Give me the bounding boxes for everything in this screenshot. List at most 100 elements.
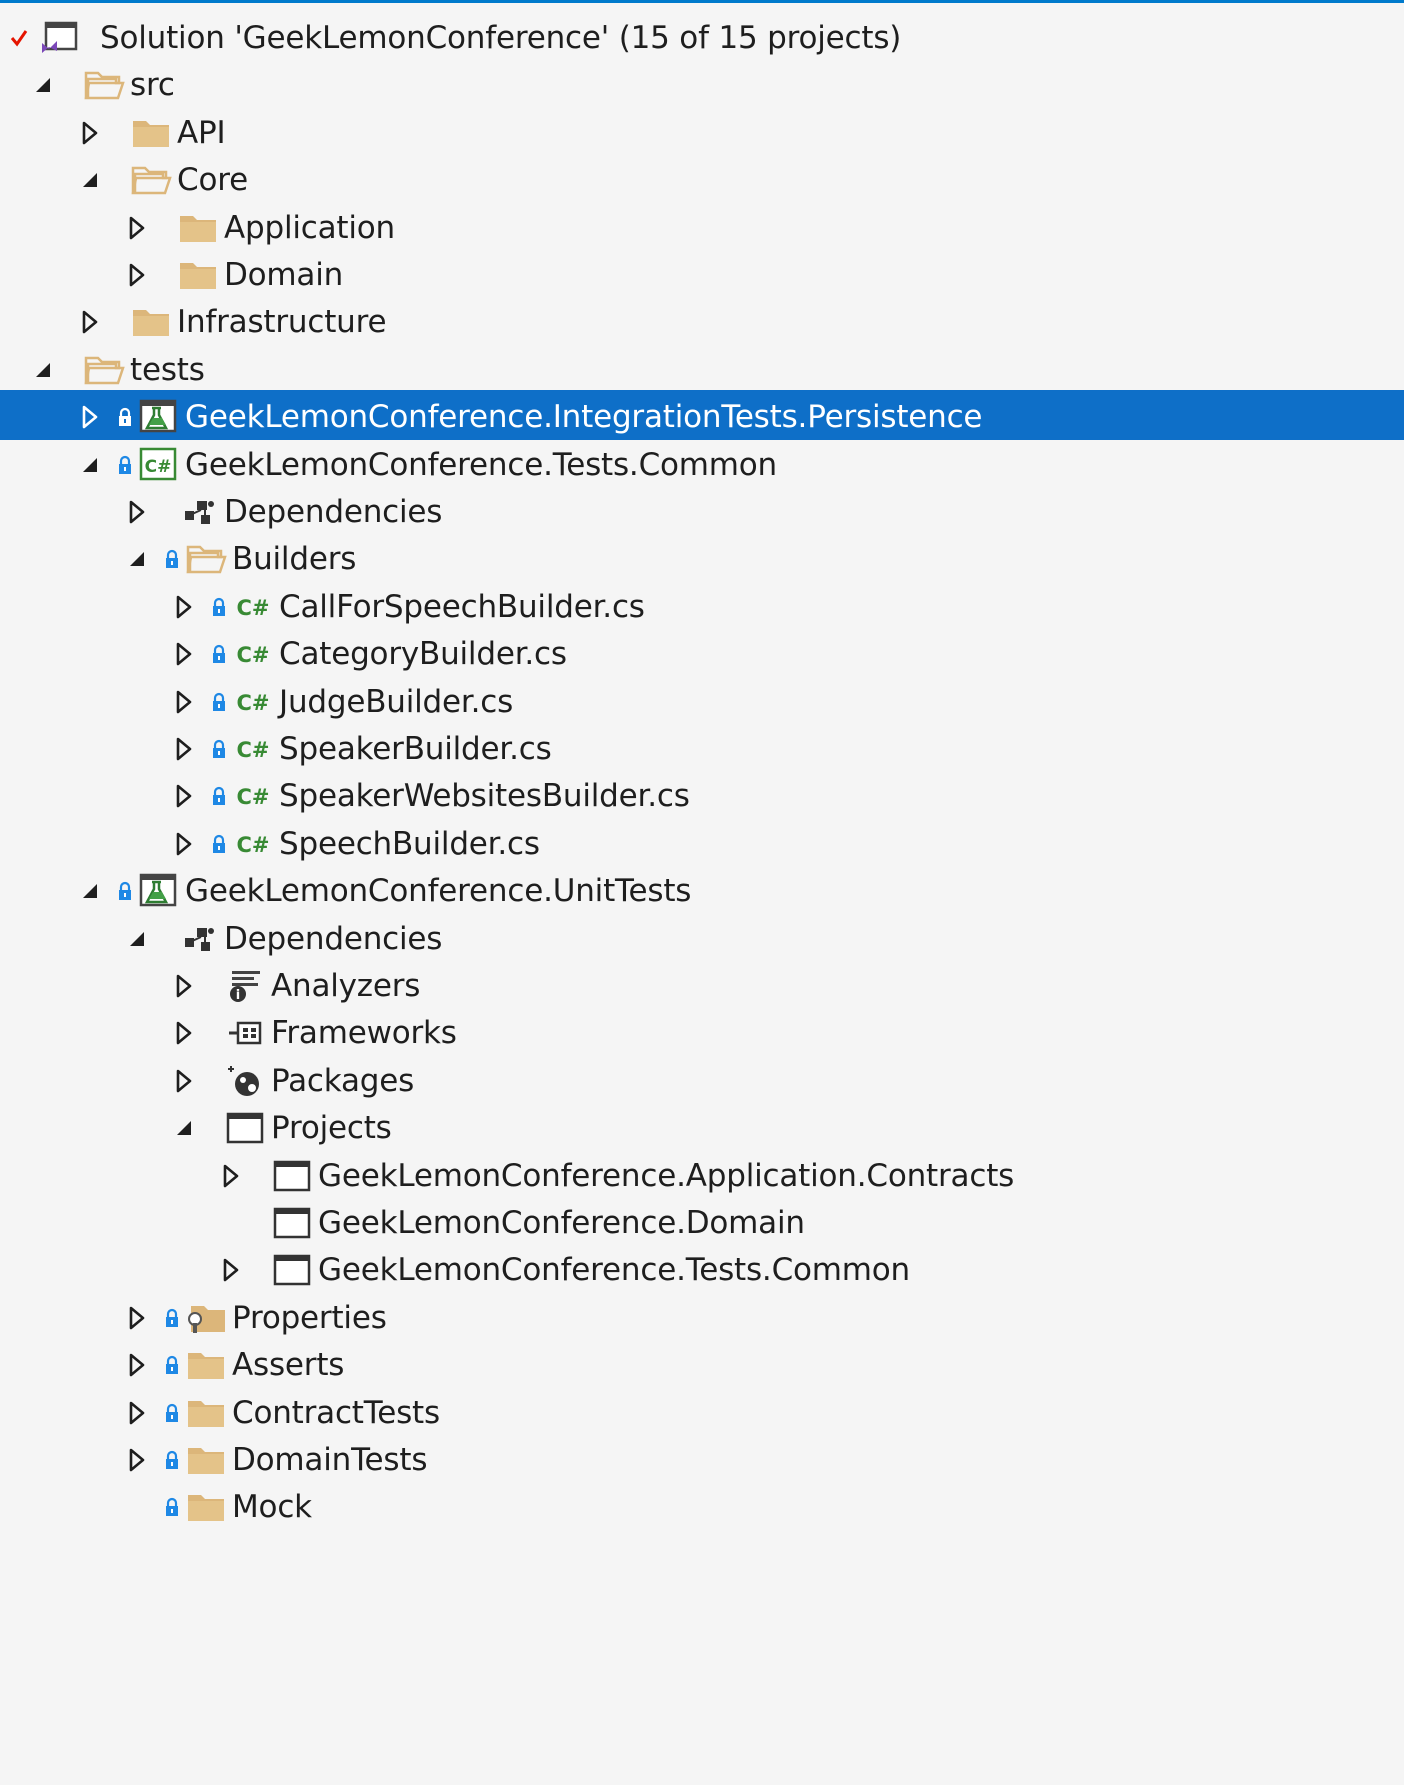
tree-row[interactable]: GeekLemonConference.Domain [0, 1196, 1404, 1250]
folder-open-icon [127, 153, 175, 207]
collapsed-arrow-icon[interactable] [171, 959, 197, 1013]
svg-text:i: i [236, 988, 240, 1003]
tree-row[interactable]: Asserts [0, 1338, 1404, 1392]
collapsed-arrow-icon[interactable] [124, 201, 150, 255]
tree-item-label: tests [130, 351, 205, 388]
check-icon [8, 11, 30, 65]
collapsed-arrow-icon[interactable] [124, 1338, 150, 1392]
folder-icon [174, 248, 222, 302]
collapsed-arrow-icon[interactable] [77, 390, 103, 444]
lock-icon [115, 864, 135, 918]
tree-row[interactable]: Infrastructure [0, 295, 1404, 349]
tree-item-label: SpeakerBuilder.cs [279, 731, 552, 767]
collapsed-arrow-icon[interactable] [171, 769, 197, 823]
expanded-arrow-icon[interactable] [124, 532, 150, 586]
tree-item-label: CategoryBuilder.cs [279, 636, 567, 673]
tree-row[interactable]: Projects [0, 1101, 1404, 1155]
tree-row[interactable]: Builders [0, 532, 1404, 586]
solution-explorer-tree[interactable]: Solution 'GeekLemonConference' (15 of 15… [0, 0, 1404, 1785]
folder-open-icon [80, 58, 128, 112]
expanded-arrow-icon[interactable] [171, 1101, 197, 1155]
tree-row[interactable]: GeekLemonConference.Tests.Common [0, 1243, 1404, 1297]
tree-row[interactable]: i Analyzers [0, 959, 1404, 1013]
tree-row[interactable]: GeekLemonConference.Application.Contract… [0, 1149, 1404, 1203]
tree-row[interactable]: Dependencies [0, 912, 1404, 966]
tree-row[interactable]: C# GeekLemonConference.Tests.Common [0, 438, 1404, 492]
tree-item-label: Projects [271, 1110, 392, 1147]
tree-row[interactable]: C# SpeakerWebsitesBuilder.cs [0, 769, 1404, 823]
collapsed-arrow-icon[interactable] [171, 1054, 197, 1108]
tree-row[interactable]: Mock [0, 1480, 1404, 1534]
svg-text:C#: C# [236, 596, 269, 620]
expanded-arrow-icon[interactable] [30, 58, 56, 112]
tree-row[interactable]: GeekLemonConference.IntegrationTests.Per… [0, 390, 1404, 441]
collapsed-arrow-icon[interactable] [171, 722, 197, 776]
collapsed-arrow-icon[interactable] [124, 1433, 150, 1487]
collapsed-arrow-icon[interactable] [171, 580, 197, 634]
tree-item-label: Solution 'GeekLemonConference' (15 of 15… [100, 20, 902, 56]
tree-row[interactable]: GeekLemonConference.UnitTests [0, 864, 1404, 918]
dependencies-icon [174, 912, 222, 966]
tree-item-label: SpeechBuilder.cs [279, 825, 540, 862]
collapsed-arrow-icon[interactable] [124, 248, 150, 302]
tree-item-label: CallForSpeechBuilder.cs [279, 588, 645, 625]
tree-row[interactable]: C# CallForSpeechBuilder.cs [0, 580, 1404, 634]
packages-icon [221, 1054, 269, 1108]
tree-item-label: Packages [271, 1062, 415, 1099]
folder-icon [127, 295, 175, 349]
svg-text:C#: C# [145, 457, 172, 477]
collapsed-arrow-icon[interactable] [171, 627, 197, 681]
lock-icon [162, 532, 182, 586]
tree-row[interactable]: ContractTests [0, 1386, 1404, 1440]
tree-item-label: Properties [232, 1299, 387, 1336]
tree-row[interactable]: Core [0, 153, 1404, 207]
tree-row[interactable]: Application [0, 201, 1404, 255]
expanded-arrow-icon[interactable] [30, 343, 56, 397]
tree-row[interactable]: Dependencies [0, 485, 1404, 539]
tree-row[interactable]: Domain [0, 248, 1404, 302]
tree-row[interactable]: src [0, 58, 1404, 112]
csharp-file-icon: C# [229, 580, 277, 634]
tree-row[interactable]: API [0, 106, 1404, 160]
tree-row[interactable]: C# CategoryBuilder.cs [0, 627, 1404, 681]
tree-row[interactable]: Properties [0, 1291, 1404, 1345]
expanded-arrow-icon[interactable] [77, 438, 103, 492]
tree-item-label: GeekLemonConference.Application.Contract… [318, 1157, 1015, 1194]
collapsed-arrow-icon[interactable] [124, 1386, 150, 1440]
svg-text:C#: C# [236, 643, 269, 667]
collapsed-arrow-icon[interactable] [77, 106, 103, 160]
tree-row[interactable]: C# JudgeBuilder.cs [0, 675, 1404, 729]
tree-item-label: Core [177, 162, 248, 199]
collapsed-arrow-icon[interactable] [171, 675, 197, 729]
tree-row[interactable]: C# SpeakerBuilder.cs [0, 722, 1404, 776]
tree-row[interactable]: Frameworks [0, 1006, 1404, 1060]
frameworks-icon [221, 1006, 269, 1060]
dependencies-icon [174, 485, 222, 539]
collapsed-arrow-icon[interactable] [124, 485, 150, 539]
collapsed-arrow-icon[interactable] [171, 817, 197, 871]
expanded-arrow-icon[interactable] [124, 912, 150, 966]
collapsed-arrow-icon[interactable] [218, 1243, 244, 1297]
expanded-arrow-icon[interactable] [77, 153, 103, 207]
tree-row[interactable]: C# SpeechBuilder.cs [0, 817, 1404, 871]
tree-row[interactable]: tests [0, 343, 1404, 397]
lock-icon [162, 1480, 182, 1534]
project-reference-icon [268, 1243, 316, 1297]
collapsed-arrow-icon[interactable] [171, 1006, 197, 1060]
tree-item-label: Infrastructure [177, 304, 387, 341]
lock-icon [209, 722, 229, 776]
test-project-icon [135, 864, 183, 918]
tree-item-label: Analyzers [271, 968, 421, 1004]
collapsed-arrow-icon[interactable] [124, 1291, 150, 1345]
collapsed-arrow-icon[interactable] [77, 295, 103, 349]
tree-row[interactable]: Solution 'GeekLemonConference' (15 of 15… [0, 11, 1404, 65]
tree-row[interactable]: DomainTests [0, 1433, 1404, 1487]
test-project-icon [135, 390, 183, 444]
tree-item-label: Frameworks [271, 1015, 457, 1052]
lock-icon [209, 817, 229, 871]
lock-icon [162, 1433, 182, 1487]
tree-row[interactable]: Packages [0, 1054, 1404, 1108]
collapsed-arrow-icon[interactable] [218, 1149, 244, 1203]
analyzers-icon: i [221, 959, 269, 1013]
expanded-arrow-icon[interactable] [77, 864, 103, 918]
